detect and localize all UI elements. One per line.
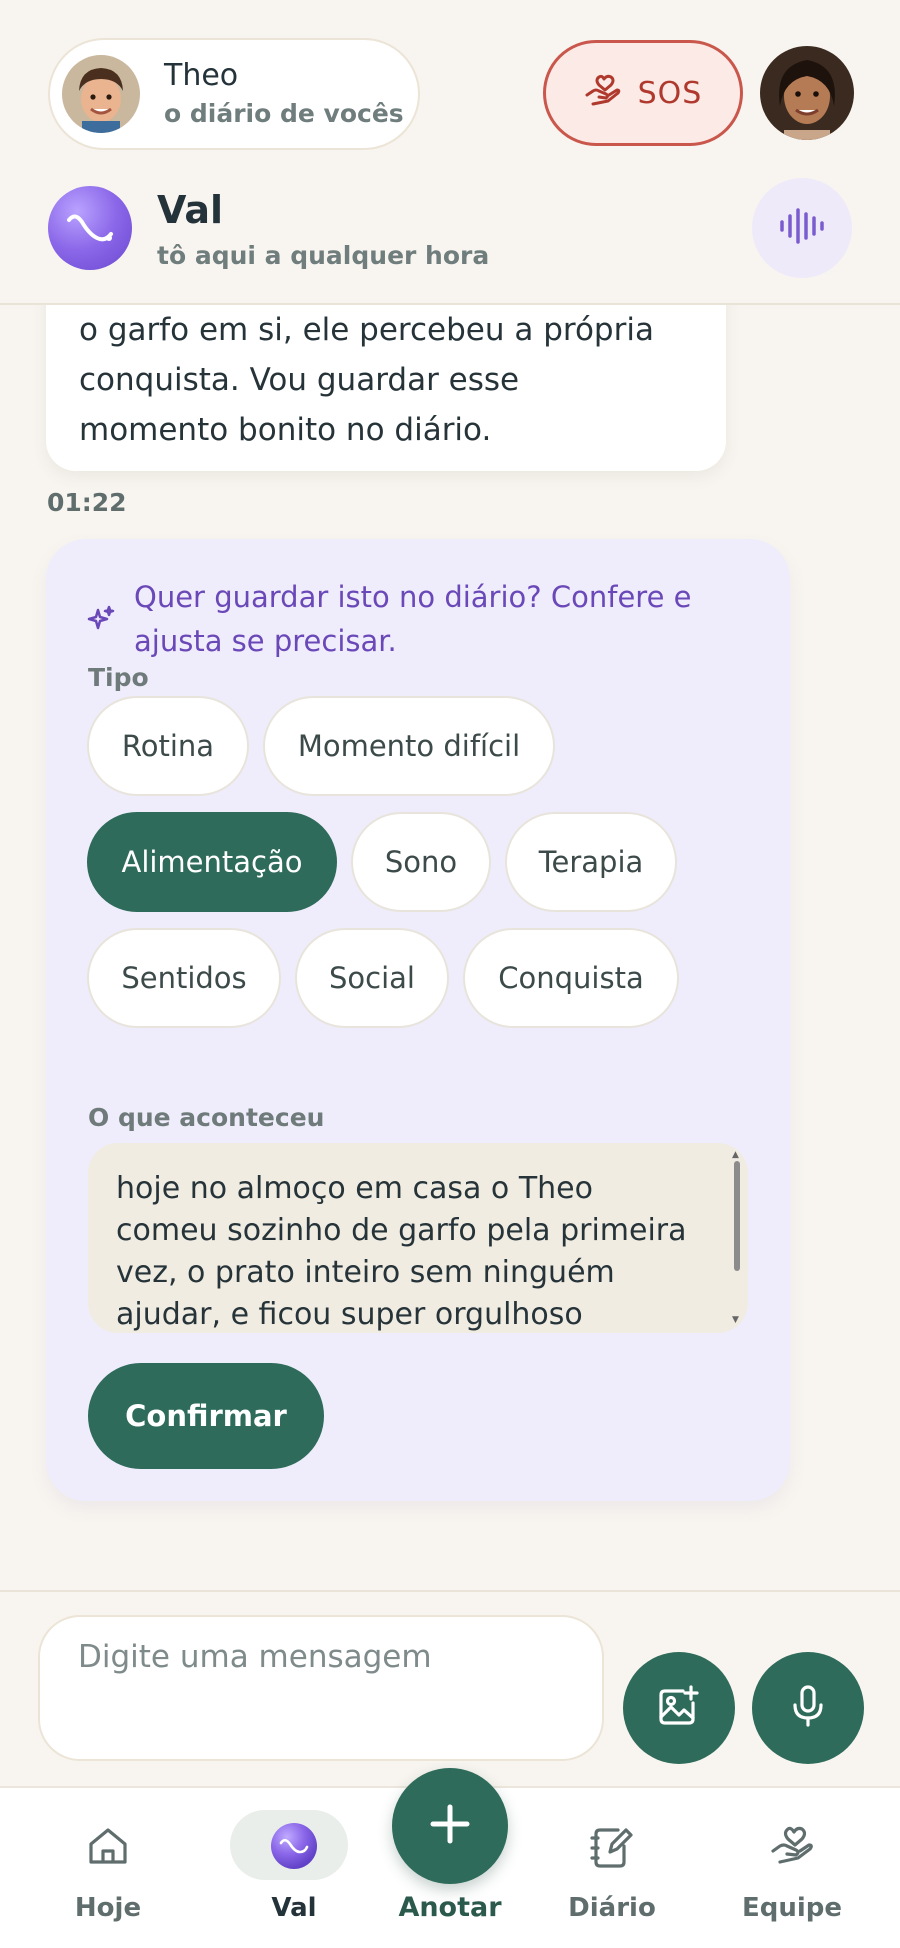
home-icon xyxy=(86,1824,130,1872)
textarea-scrollbar[interactable]: ▲ ▼ xyxy=(732,1151,742,1325)
what-happened-text: hoje no almoço em casa o Theo comeu sozi… xyxy=(116,1171,687,1332)
nav-label: Hoje xyxy=(74,1893,142,1923)
child-name: Theo xyxy=(164,58,239,93)
hand-heart-icon xyxy=(769,1824,815,1872)
type-chip-terapia[interactable]: Terapia xyxy=(505,812,677,912)
save-to-diary-card: Quer guardar isto no diário? Confere e a… xyxy=(46,539,790,1501)
type-chip-sentidos[interactable]: Sentidos xyxy=(87,928,281,1028)
confirm-button[interactable]: Confirmar xyxy=(88,1363,324,1469)
message-input[interactable] xyxy=(38,1615,604,1761)
message-line: conquista. Vou guardar esse xyxy=(79,362,520,398)
nav-label: Val xyxy=(271,1893,317,1923)
assistant-message-bubble: o garfo em si, ele percebeu a própria co… xyxy=(46,305,726,471)
message-timestamp: 01:22 xyxy=(47,488,127,517)
child-avatar xyxy=(62,55,140,133)
voice-record-button[interactable] xyxy=(752,1652,864,1764)
val-logo xyxy=(48,186,132,270)
chat-scroll-area[interactable]: o garfo em si, ele percebeu a própria co… xyxy=(0,305,900,1590)
journal-edit-icon xyxy=(590,1824,634,1874)
sparkles-icon xyxy=(86,604,116,638)
type-chip-social[interactable]: Social xyxy=(295,928,449,1028)
child-subtitle: o diário de vocês xyxy=(164,99,404,128)
message-line: o garfo em si, ele percebeu a própria xyxy=(79,312,654,348)
type-chip-momento-dificil[interactable]: Momento difícil xyxy=(263,696,555,796)
message-line: momento bonito no diário. xyxy=(79,412,492,448)
scroll-up-arrow-icon[interactable]: ▲ xyxy=(732,1151,739,1160)
add-photo-button[interactable] xyxy=(623,1652,735,1764)
type-chip-sono[interactable]: Sono xyxy=(351,812,491,912)
child-info: Theo o diário de vocês xyxy=(164,56,404,132)
nav-item-equipe[interactable]: Equipe xyxy=(727,1788,857,1948)
image-add-icon xyxy=(657,1685,701,1731)
sos-label: SOS xyxy=(637,75,703,111)
user-avatar[interactable] xyxy=(760,46,854,140)
voice-mode-button[interactable] xyxy=(752,178,852,278)
nav-item-diario[interactable]: Diário xyxy=(547,1788,677,1948)
type-label: Tipo xyxy=(88,663,149,692)
what-happened-label: O que aconteceu xyxy=(88,1103,325,1132)
nav-label: Diário xyxy=(568,1893,656,1923)
type-chip-alimentacao[interactable]: Alimentação xyxy=(87,812,337,912)
nav-item-hoje[interactable]: Hoje xyxy=(43,1788,173,1948)
card-title: Quer guardar isto no diário? Confere e a… xyxy=(134,580,692,658)
child-profile-pill[interactable]: Theo o diário de vocês xyxy=(48,38,420,150)
sos-button[interactable]: SOS xyxy=(543,40,743,146)
assistant-name: Val xyxy=(157,188,223,232)
add-note-fab[interactable] xyxy=(392,1768,508,1884)
scroll-down-arrow-icon[interactable]: ▼ xyxy=(732,1316,739,1325)
add-note-label: Anotar xyxy=(398,1892,502,1923)
plus-icon xyxy=(427,1801,473,1851)
type-chip-rotina[interactable]: Rotina xyxy=(87,696,249,796)
audio-wave-icon xyxy=(778,206,826,250)
what-happened-textarea[interactable]: hoje no almoço em casa o Theo comeu sozi… xyxy=(88,1143,748,1333)
nav-label: Equipe xyxy=(741,1893,843,1923)
type-chip-conquista[interactable]: Conquista xyxy=(463,928,679,1028)
composer-divider xyxy=(0,1590,900,1592)
scrollbar-thumb[interactable] xyxy=(734,1161,740,1271)
val-orb-icon xyxy=(269,1821,319,1875)
nav-item-val[interactable]: Val xyxy=(229,1788,359,1948)
microphone-icon xyxy=(791,1684,825,1732)
assistant-subtitle: tô aqui a qualquer hora xyxy=(157,241,490,270)
hand-heart-icon xyxy=(584,73,622,113)
